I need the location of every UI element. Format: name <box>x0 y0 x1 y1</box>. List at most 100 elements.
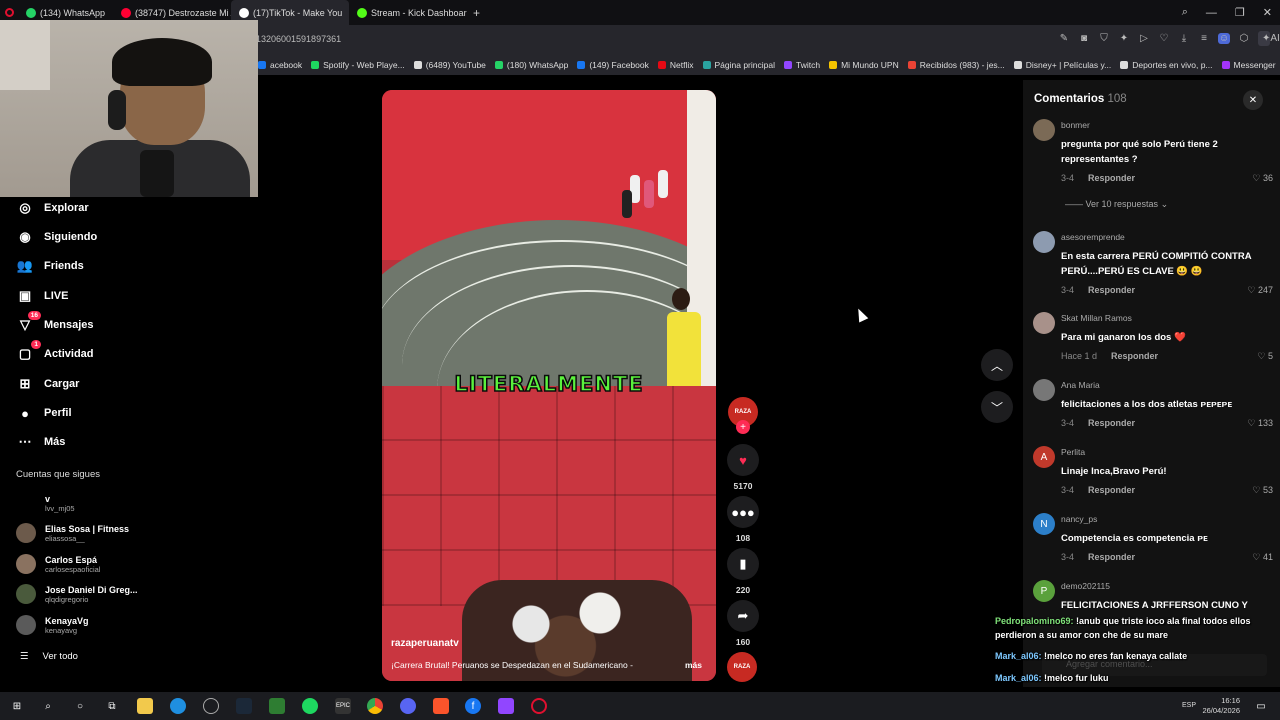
edit-icon[interactable]: ✎ <box>1058 33 1070 44</box>
comment-username[interactable]: bonmer <box>1061 120 1090 130</box>
obs-icon[interactable] <box>203 698 219 714</box>
bookmark-item[interactable]: Página principal <box>702 60 775 70</box>
bookmark-item[interactable]: Recibidos (983) - jes... <box>907 60 1005 70</box>
share-icon[interactable]: ➦ <box>727 600 759 632</box>
followed-account[interactable]: KenayaVg kenayavg <box>16 615 89 635</box>
brave-icon[interactable] <box>433 698 449 714</box>
followed-account[interactable]: v lvv_mj05 <box>16 493 75 513</box>
search-icon[interactable]: ⌕ <box>40 698 56 714</box>
task-view-icon[interactable]: ⧉ <box>104 698 120 714</box>
comment-icon[interactable]: ●●● <box>727 496 759 528</box>
bookmark-item[interactable]: (180) WhatsApp <box>494 60 568 70</box>
url-field[interactable]: 13206001591897361 <box>256 34 341 44</box>
comment-like-button[interactable]: ♡ 41 <box>1252 552 1273 563</box>
language-indicator[interactable]: ESP <box>1182 702 1196 709</box>
comment-username[interactable]: Perlita <box>1061 447 1085 457</box>
opera-icon[interactable] <box>531 698 547 714</box>
bookmark-item[interactable]: Spotify - Web Playe... <box>311 60 405 70</box>
bookmark-item[interactable]: Mi Mundo UPN <box>829 60 899 70</box>
notifications-icon[interactable]: ▭ <box>1253 698 1269 714</box>
menu-icon[interactable]: ≡ <box>1198 33 1210 44</box>
reply-button[interactable]: Responder <box>1111 351 1158 361</box>
file-explorer-icon[interactable] <box>137 698 153 714</box>
browser-tab[interactable]: Stream - Kick Dashboard <box>349 0 467 25</box>
extension-icon[interactable]: ✦ <box>1118 33 1130 44</box>
comment-username[interactable]: Ana Maria <box>1061 380 1100 390</box>
edge-icon[interactable] <box>170 698 186 714</box>
clock[interactable]: 16:16 26/04/2026 <box>1202 696 1240 716</box>
comment-like-button[interactable]: ♡ 133 <box>1247 418 1273 429</box>
spotify-icon[interactable] <box>302 698 318 714</box>
avatar[interactable]: A <box>1033 446 1055 468</box>
avatar[interactable] <box>1033 379 1055 401</box>
comment-like-button[interactable]: ♡ 36 <box>1252 173 1273 184</box>
twitch-icon[interactable] <box>498 698 514 714</box>
bookmark-item[interactable]: (6489) YouTube <box>413 60 486 70</box>
reply-button[interactable]: Responder <box>1088 552 1135 562</box>
follow-plus-icon[interactable]: + <box>736 420 750 434</box>
video-player[interactable]: LITERALMENTE razaperuanatv ¡Carrera Brut… <box>382 90 716 681</box>
music-disc-icon[interactable]: RAZA <box>727 652 757 682</box>
avatar[interactable] <box>1033 119 1055 141</box>
next-video-button[interactable]: ﹀ <box>981 391 1013 423</box>
video-more-link[interactable]: más <box>685 660 702 670</box>
download-icon[interactable]: ⤓ <box>1178 33 1190 44</box>
video-author[interactable]: razaperuanatv <box>391 638 459 649</box>
like-icon[interactable]: ♥ <box>727 444 759 476</box>
ai-button[interactable]: ✦AI <box>1258 31 1280 46</box>
heart-icon[interactable]: ♡ <box>1158 33 1170 44</box>
see-all-link[interactable]: ☰ Ver todo <box>20 651 78 662</box>
bookmark-item[interactable]: Deportes en vivo, p... <box>1120 60 1213 70</box>
new-tab-icon[interactable]: + <box>467 6 486 20</box>
comment-like-button[interactable]: ♡ 5 <box>1257 351 1273 362</box>
reply-button[interactable]: Responder <box>1088 173 1135 183</box>
sidebar-item-explorar[interactable]: ◎ Explorar <box>16 199 88 217</box>
followed-account[interactable]: Jose Daniel Di Greg... qlqdigregorio <box>16 584 138 604</box>
view-replies-link[interactable]: —— Ver 10 respuestas ⌄ <box>1065 199 1168 210</box>
reply-button[interactable]: Responder <box>1088 285 1135 295</box>
epic-games-icon[interactable]: EPIC <box>335 698 351 714</box>
maximize-icon[interactable]: ❐ <box>1235 6 1245 19</box>
app-icon[interactable] <box>269 698 285 714</box>
camera-icon[interactable]: ◙ <box>1078 33 1090 44</box>
sidebar-item-actividad[interactable]: ▢ 1 Actividad <box>16 340 94 363</box>
bookmark-item[interactable]: (149) Facebook <box>577 60 649 70</box>
comment-username[interactable]: nancy_ps <box>1061 514 1097 524</box>
bookmark-item[interactable]: Disney+ | Películas y... <box>1013 60 1111 70</box>
avatar[interactable]: P <box>1033 580 1055 602</box>
sidebar-item-cargar[interactable]: ⊞ Cargar <box>16 375 80 393</box>
bookmark-item[interactable]: Messenger <box>1221 60 1276 70</box>
avatar-icon[interactable]: ☺ <box>1218 33 1230 44</box>
facebook-icon[interactable]: f <box>465 698 481 714</box>
bookmark-icon[interactable]: ▮ <box>727 548 759 580</box>
discord-icon[interactable] <box>400 698 416 714</box>
sidebar-item-más[interactable]: ⋯ Más <box>16 433 66 451</box>
comment-username[interactable]: asesoremprende <box>1061 232 1125 242</box>
sidebar-item-mensajes[interactable]: ▽ 16 Mensajes <box>16 311 94 334</box>
followed-account[interactable]: Carlos Espá carlosespaoficial <box>16 554 100 574</box>
search-icon[interactable]: ⌕ <box>1182 6 1188 19</box>
play-icon[interactable]: ▷ <box>1138 33 1150 44</box>
sidebar-item-live[interactable]: ▣ LIVE <box>16 287 69 305</box>
avatar[interactable] <box>1033 231 1055 253</box>
avatar[interactable]: N <box>1033 513 1055 535</box>
previous-video-button[interactable]: ︿ <box>981 349 1013 381</box>
cortana-icon[interactable]: ○ <box>72 698 88 714</box>
cube-icon[interactable]: ⬡ <box>1238 33 1250 44</box>
sidebar-item-perfil[interactable]: ● Perfil <box>16 404 71 422</box>
sidebar-item-siguiendo[interactable]: ◉ Siguiendo <box>16 228 97 246</box>
minimize-icon[interactable]: — <box>1206 7 1217 19</box>
shield-icon[interactable]: ⛉ <box>1098 33 1110 44</box>
chrome-icon[interactable] <box>367 698 383 714</box>
windows-start-icon[interactable]: ⊞ <box>9 698 25 714</box>
close-comments-icon[interactable]: ✕ <box>1243 90 1263 110</box>
avatar[interactable] <box>1033 312 1055 334</box>
comment-like-button[interactable]: ♡ 247 <box>1247 285 1273 296</box>
reply-button[interactable]: Responder <box>1088 485 1135 495</box>
bookmark-item[interactable]: Netflix <box>657 60 694 70</box>
steam-icon[interactable] <box>236 698 252 714</box>
close-icon[interactable]: ✕ <box>1263 6 1272 19</box>
sidebar-item-friends[interactable]: 👥 Friends <box>16 257 84 275</box>
comment-username[interactable]: Skat Millan Ramos <box>1061 313 1132 323</box>
reply-button[interactable]: Responder <box>1088 418 1135 428</box>
